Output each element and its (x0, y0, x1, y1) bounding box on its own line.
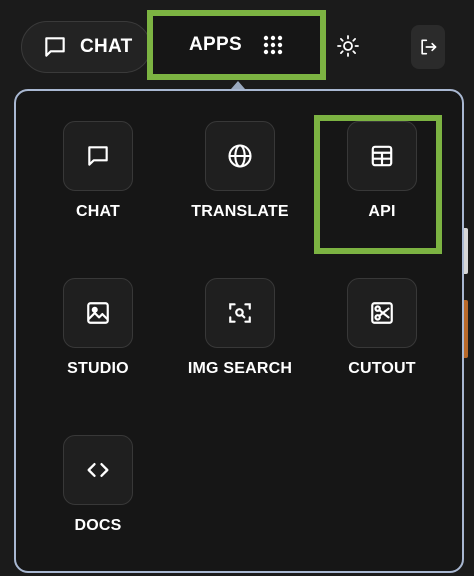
app-tile[interactable] (205, 121, 275, 191)
chat-bubble-icon (42, 34, 68, 60)
app-label: TRANSLATE (191, 203, 289, 220)
app-item-docs[interactable]: DOCS (17, 435, 177, 555)
logout-button[interactable] (411, 25, 445, 69)
app-label: IMG SEARCH (187, 360, 293, 377)
table-icon (369, 143, 395, 169)
app-label: API (368, 203, 396, 220)
app-item-translate[interactable]: TRANSLATE (159, 121, 319, 241)
grid-dots-icon (262, 34, 284, 56)
apps-dropdown-panel: CHAT TRANSLATE API STUDIO IMG SEARCH CUT… (14, 89, 464, 573)
app-screen: CHAT APPS CHAT TRANSLATE API STUDIO IMG … (0, 0, 474, 576)
chat-nav-button[interactable]: CHAT (21, 21, 151, 73)
app-tile[interactable] (347, 278, 417, 348)
chat-bubble-icon (85, 143, 111, 169)
apps-menu-label: APPS (189, 34, 242, 55)
scissors-icon (369, 300, 395, 326)
app-label: STUDIO (67, 360, 129, 377)
app-tile[interactable] (205, 278, 275, 348)
dropdown-caret (231, 81, 245, 89)
app-tile[interactable] (63, 435, 133, 505)
app-label: CHAT (75, 203, 121, 220)
sun-icon (336, 34, 360, 58)
app-item-img-search[interactable]: IMG SEARCH (159, 278, 319, 398)
app-tile[interactable] (347, 121, 417, 191)
app-label: CUTOUT (348, 360, 416, 377)
app-item-cutout[interactable]: CUTOUT (301, 278, 461, 398)
app-item-api[interactable]: API (301, 121, 461, 241)
globe-icon (226, 142, 254, 170)
apps-menu-button[interactable]: APPS (147, 10, 326, 80)
app-item-studio[interactable]: STUDIO (17, 278, 177, 398)
app-item-chat[interactable]: CHAT (17, 121, 177, 241)
theme-toggle-button[interactable] (334, 32, 362, 60)
image-icon (85, 300, 111, 326)
chat-nav-label: CHAT (80, 36, 133, 57)
image-search-icon (227, 300, 253, 326)
code-icon (84, 456, 112, 484)
logout-icon (418, 37, 438, 57)
app-label: DOCS (74, 517, 122, 534)
app-tile[interactable] (63, 121, 133, 191)
app-tile[interactable] (63, 278, 133, 348)
